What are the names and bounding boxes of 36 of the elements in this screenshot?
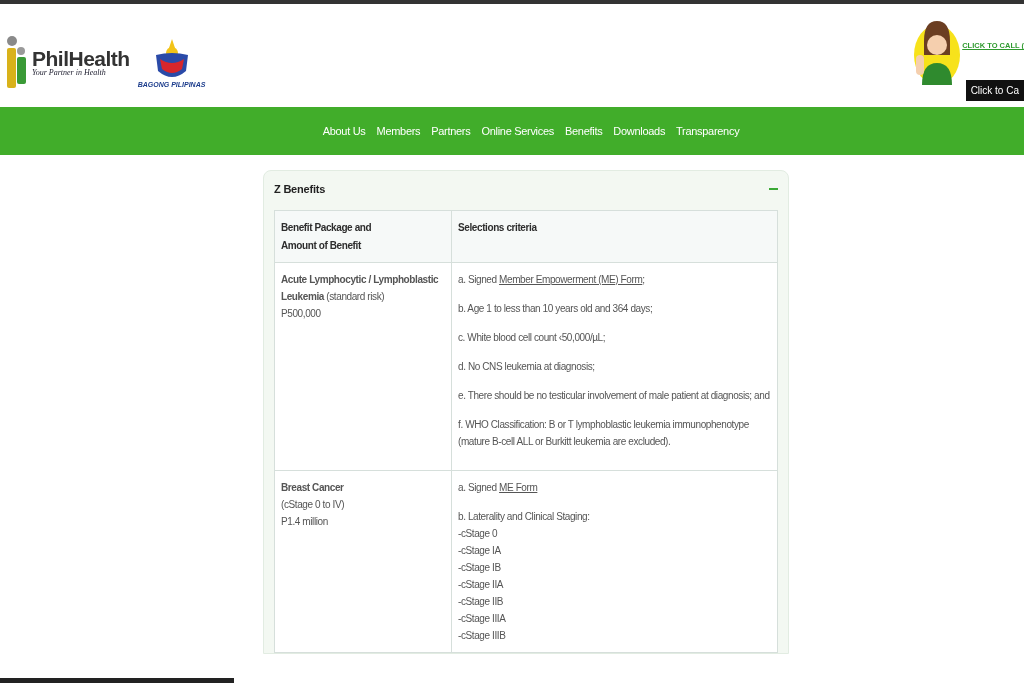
criteria-text: f. WHO Classification: B or T lymphoblastic leukemia immunophenotype (mature B-cell ALL or Burkitt leukemia are excluded). <box>458 417 750 449</box>
package-text: P1.4 million <box>281 514 329 529</box>
criteria-text: b. Age 1 to less than 10 years old and 364 days; <box>458 301 654 316</box>
logo-text: PhilHealth <box>32 47 130 69</box>
column-header: Selections criteria <box>451 210 778 262</box>
stage-item: -cStage IIIA <box>458 611 507 626</box>
column-header: Benefit Package and Amount of Benefit <box>274 210 452 262</box>
nav-link-item[interactable]: Benefits <box>559 122 608 140</box>
nav-link-item[interactable]: Online Services <box>475 122 560 140</box>
nav-link-item[interactable]: Transparency <box>670 122 745 140</box>
criteria-text: b. Laterality and Clinical Staging: <box>458 509 591 524</box>
stage-item: -cStage IIA <box>458 577 505 592</box>
nav-link-item[interactable]: Downloads <box>607 122 671 140</box>
stage-item: -cStage IB <box>458 560 502 575</box>
package-text: (cStage 0 to IV) <box>281 497 346 512</box>
stage-item: -cStage IA <box>458 543 502 558</box>
criteria-text: a. Signed ME Form <box>458 480 539 495</box>
collapse-icon[interactable] <box>769 188 778 191</box>
logo-icon <box>6 34 28 90</box>
nav-link-item[interactable]: About Us <box>317 122 371 140</box>
nav-link-item[interactable]: Partners <box>425 122 476 140</box>
tooltip: Click to Ca <box>965 80 1024 101</box>
criteria-text: e. There should be no testicular involvement of male patient at diagnosis; and <box>458 388 771 403</box>
criteria-text: a. Signed Member Empowerment (ME) Form; <box>458 272 646 287</box>
stage-item: -cStage IIIB <box>458 628 507 643</box>
criteria-text: d. No CNS leukemia at diagnosis; <box>458 359 596 374</box>
criteria-text: c. White blood cell count ‹50,000/µL; <box>458 330 607 345</box>
nav-link-item[interactable]: Members <box>371 122 426 140</box>
form-link[interactable]: ME Form <box>499 481 538 493</box>
stage-item: -cStage 0 <box>458 526 499 541</box>
logo-tagline: Your Partner in Health <box>32 68 107 77</box>
package-text: Breast Cancer <box>281 480 345 495</box>
stage-item: -cStage IIB <box>458 594 505 609</box>
panel-title: Z Benefits <box>274 182 326 197</box>
package-text: Acute Lymphocytic / Lymphoblastic Leukemia (standard risk) <box>281 272 440 304</box>
package-text: P500,000 <box>281 306 322 321</box>
